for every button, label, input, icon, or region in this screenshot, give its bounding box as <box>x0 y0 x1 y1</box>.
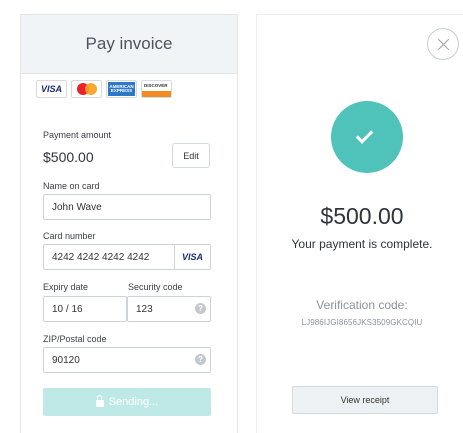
zip-code-value: 90120 <box>52 354 80 366</box>
card-number-value: 4242 4242 4242 4242 <box>52 251 150 263</box>
pay-invoice-header: Pay invoice <box>21 15 237 74</box>
lock-icon <box>95 395 104 407</box>
close-icon[interactable] <box>427 28 459 60</box>
view-receipt-button[interactable]: View receipt <box>292 386 438 414</box>
accepted-cards: VISA AMERICAN EXPRESS DISCOVER <box>36 80 172 98</box>
sending-button-label: Sending... <box>108 396 159 408</box>
expiry-date-label: Expiry date <box>43 282 89 292</box>
amex-logo-text: AMERICAN EXPRESS <box>108 82 135 96</box>
mastercard-logo <box>71 80 102 98</box>
edit-amount-button[interactable]: Edit <box>172 143 210 168</box>
name-on-card-value: John Wave <box>52 201 102 213</box>
name-on-card-field[interactable]: John Wave <box>43 194 211 220</box>
zip-code-label: ZIP/Postal code <box>43 334 107 344</box>
zip-help-icon[interactable]: ? <box>195 354 206 365</box>
card-number-label: Card number <box>43 231 96 241</box>
amex-logo: AMERICAN EXPRESS <box>106 80 137 98</box>
expiry-date-value: 10 / 16 <box>52 303 83 315</box>
verification-code-label: Verification code: <box>316 298 408 312</box>
pay-invoice-title: Pay invoice <box>85 34 173 53</box>
payment-amount-label: Payment amount <box>43 130 112 140</box>
discover-logo-text: DISCOVER <box>144 83 168 88</box>
zip-code-field[interactable]: 90120 <box>43 347 211 373</box>
confirmed-amount: $500.00 <box>320 203 404 229</box>
card-brand-badge: VISA <box>174 245 210 269</box>
success-check-icon <box>331 101 403 173</box>
payment-amount-value: $500.00 <box>43 149 94 165</box>
payment-complete-message: Your payment is complete. <box>291 237 433 251</box>
expiry-date-field[interactable]: 10 / 16 <box>43 296 127 322</box>
visa-logo: VISA <box>36 80 67 98</box>
verification-code-value: LJ986IJGI8656JKS3509GKCQIU <box>301 318 423 327</box>
security-code-label: Security code <box>128 282 183 292</box>
sending-button[interactable]: Sending... <box>43 388 211 416</box>
visa-logo-text: VISA <box>40 84 62 94</box>
security-help-icon[interactable]: ? <box>195 303 206 314</box>
discover-logo: DISCOVER <box>141 80 172 98</box>
security-code-value: 123 <box>136 303 153 315</box>
name-on-card-label: Name on card <box>43 181 100 191</box>
